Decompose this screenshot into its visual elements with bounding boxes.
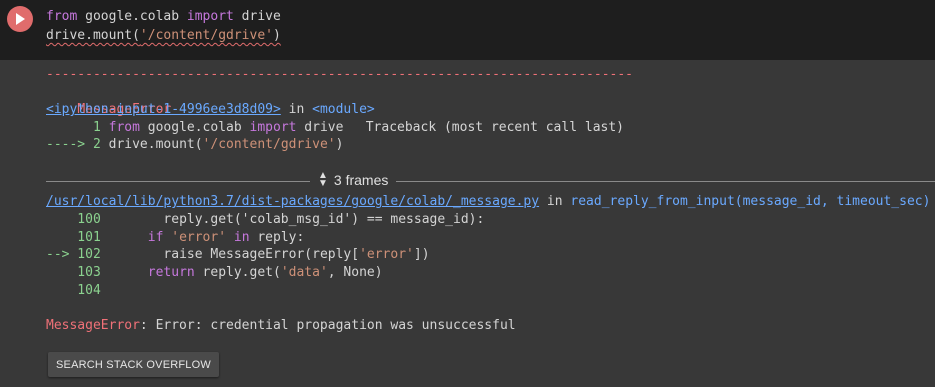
traceback-header: Traceback (most recent call last) bbox=[365, 120, 624, 135]
frame1-location: <ipython-input-1-4996ee3d8d09> in <modul… bbox=[46, 102, 375, 117]
code-cell: from google.colab import drive drive.mou… bbox=[0, 0, 935, 387]
frame1-line-1: 1 from google.colab import drive bbox=[46, 120, 344, 135]
dash-separator: ----------------------------------------… bbox=[46, 67, 633, 82]
call-suffix: ) bbox=[272, 28, 281, 43]
function-name: read_reply_from_input(message_id, timeou… bbox=[570, 194, 931, 209]
divider-left bbox=[46, 181, 310, 182]
call-arg: '/content/gdrive' bbox=[139, 28, 273, 43]
divider-right bbox=[310, 181, 935, 182]
import-name: drive bbox=[233, 9, 281, 24]
file-link[interactable]: /usr/local/lib/python3.7/dist-packages/g… bbox=[46, 194, 539, 209]
frame2-line-102: --> 102 raise MessageError(reply['error'… bbox=[46, 247, 430, 262]
module-name: google.colab bbox=[77, 9, 187, 24]
final-error: MessageError: Error: credential propagat… bbox=[46, 317, 516, 335]
run-cell-button[interactable] bbox=[7, 6, 33, 32]
code-line-2: drive.mount('/content/gdrive') bbox=[46, 27, 281, 45]
frame2-line-104: 104 bbox=[46, 283, 101, 298]
collapsed-frames-toggle[interactable]: ▲ ▼ 3 frames bbox=[46, 170, 935, 190]
play-icon bbox=[16, 13, 25, 25]
frame2-line-101: 101 if 'error' in reply: bbox=[46, 230, 305, 245]
code-editor[interactable]: from google.colab import drive drive.mou… bbox=[0, 0, 935, 60]
search-stack-overflow-button[interactable]: SEARCH STACK OVERFLOW bbox=[48, 352, 219, 377]
frame2-line-100: 100 reply.get('colab_msg_id') == message… bbox=[46, 212, 485, 227]
expand-collapse-icon: ▲ ▼ bbox=[318, 170, 328, 189]
call-prefix: drive.mount( bbox=[46, 28, 140, 43]
frame2-location: /usr/local/lib/python3.7/dist-packages/g… bbox=[46, 194, 931, 209]
frames-label[interactable]: ▲ ▼ 3 frames bbox=[310, 170, 397, 189]
frame2-line-103: 103 return reply.get('data', None) bbox=[46, 265, 383, 280]
line-number: 1 bbox=[46, 120, 101, 135]
module-name: <module> bbox=[312, 102, 375, 117]
input-link[interactable]: <ipython-input-1-4996ee3d8d09> bbox=[46, 102, 281, 117]
current-line-arrow: ----> 2 bbox=[46, 137, 101, 152]
code-line-1: from google.colab import drive bbox=[46, 8, 281, 26]
final-error-message: : Error: credential propagation was unsu… bbox=[139, 318, 516, 333]
final-error-name: MessageError bbox=[46, 318, 140, 333]
frame1-line-2: ----> 2 drive.mount('/content/gdrive') bbox=[46, 137, 344, 152]
keyword-import: import bbox=[186, 9, 234, 24]
keyword-from: from bbox=[46, 9, 78, 24]
current-line-arrow: --> 102 bbox=[46, 247, 101, 262]
